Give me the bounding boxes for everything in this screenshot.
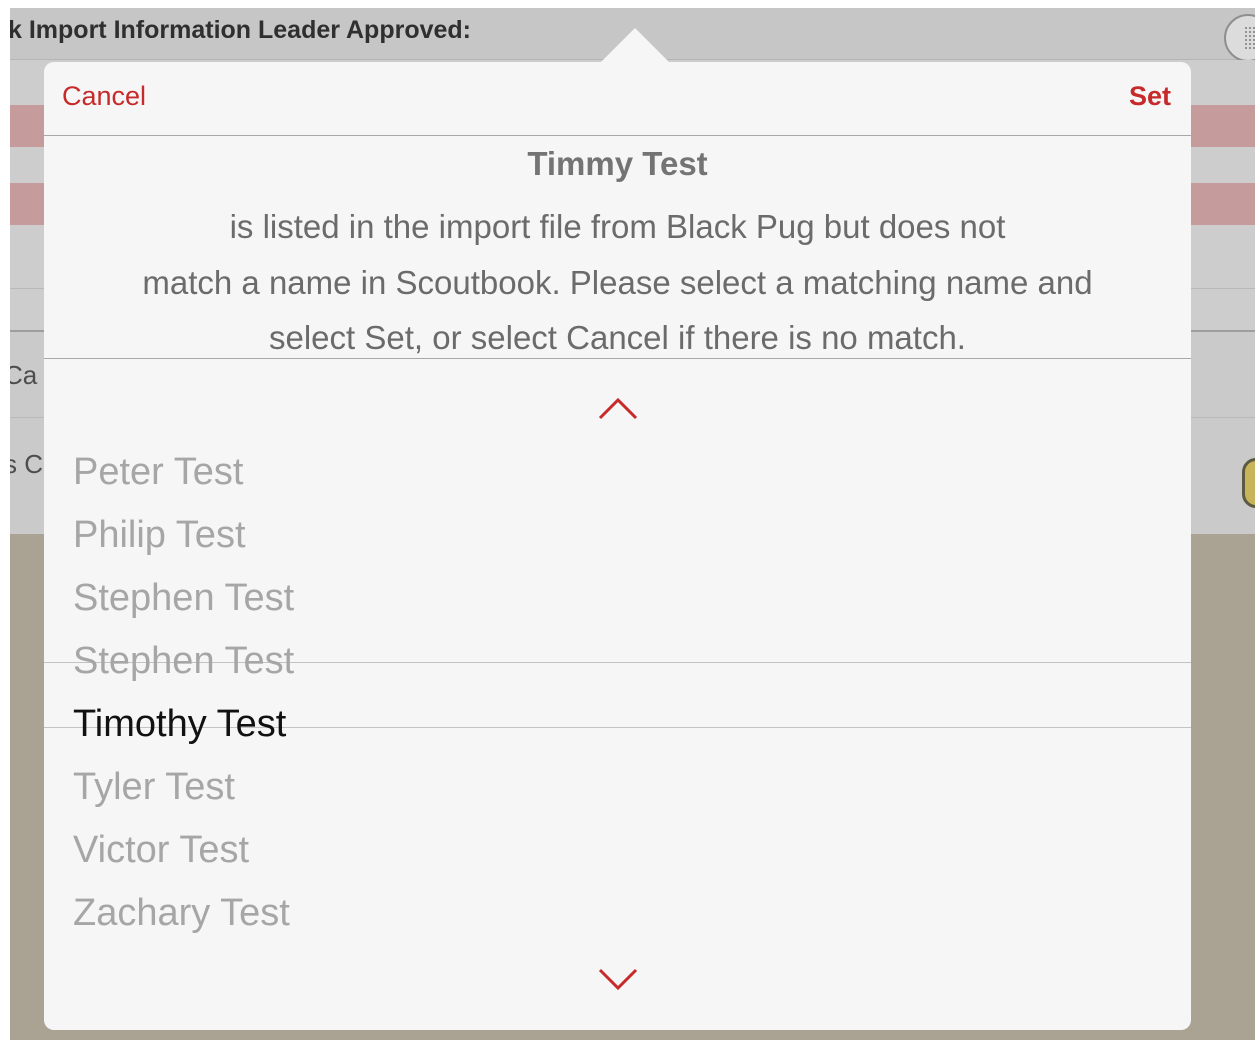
- background-header-title: k Import Information Leader Approved:: [10, 16, 472, 44]
- message-line: select Set, or select Cancel if there is…: [269, 319, 966, 356]
- name-picker[interactable]: Peter Test Philip Test Stephen Test Step…: [44, 360, 1191, 1030]
- background-text-fragment: s C: [10, 449, 43, 479]
- cancel-button[interactable]: Cancel: [62, 81, 146, 112]
- picker-option-selected[interactable]: Timothy Test: [73, 693, 294, 756]
- background-text-fragment: Ca: [10, 360, 38, 390]
- toggle-icon: [1224, 14, 1255, 62]
- popover-arrow: [601, 28, 669, 62]
- badge-icon: [1242, 458, 1255, 508]
- chevron-up-icon[interactable]: [598, 396, 638, 422]
- message-line: is listed in the import file from Black …: [229, 208, 1006, 245]
- name-match-popover: Cancel Set Timmy Test is listed in the i…: [44, 28, 1191, 1030]
- popover-toolbar: Cancel Set: [44, 62, 1191, 136]
- unmatched-name: Timmy Test: [527, 145, 708, 182]
- picker-option[interactable]: Stephen Test: [73, 567, 294, 630]
- set-button[interactable]: Set: [1129, 81, 1171, 112]
- picker-option[interactable]: Zachary Test: [73, 882, 294, 945]
- picker-option[interactable]: Philip Test: [73, 504, 294, 567]
- picker-options: Peter Test Philip Test Stephen Test Step…: [73, 441, 294, 945]
- message-line: match a name in Scoutbook. Please select…: [142, 263, 1093, 301]
- message-body: is listed in the import file from Black …: [44, 199, 1191, 366]
- chevron-down-icon[interactable]: [598, 966, 638, 992]
- picker-option[interactable]: Tyler Test: [73, 756, 294, 819]
- picker-option[interactable]: Victor Test: [73, 819, 294, 882]
- picker-option[interactable]: Stephen Test: [73, 630, 294, 693]
- picker-option[interactable]: Peter Test: [73, 441, 294, 504]
- match-message: Timmy Test is listed in the import file …: [44, 136, 1191, 359]
